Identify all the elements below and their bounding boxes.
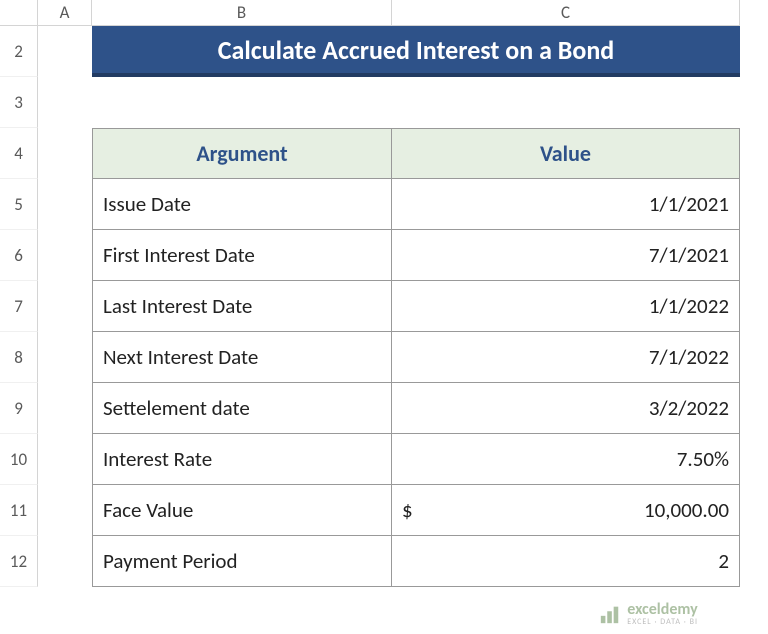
cell-a9[interactable] (38, 383, 92, 434)
table-row-val[interactable]: 1/1/2021 (392, 179, 740, 230)
cell-a11[interactable] (38, 485, 92, 536)
cell-a10[interactable] (38, 434, 92, 485)
cell-a4[interactable] (38, 128, 92, 179)
currency-symbol: $ (402, 497, 413, 523)
table-row-arg[interactable]: First Interest Date (92, 230, 392, 281)
cell-a6[interactable] (38, 230, 92, 281)
cell-c3[interactable] (392, 77, 740, 128)
table-row-val[interactable]: 3/2/2022 (392, 383, 740, 434)
logo-icon (599, 603, 621, 625)
table-row-val[interactable]: 7/1/2021 (392, 230, 740, 281)
watermark: exceldemy EXCEL · DATA · BI (599, 602, 698, 626)
row-header-7[interactable]: 7 (0, 281, 38, 332)
row-header-3[interactable]: 3 (0, 77, 38, 128)
table-row-arg[interactable]: Payment Period (92, 536, 392, 587)
row-header-12[interactable]: 12 (0, 536, 38, 587)
col-header-b[interactable]: B (92, 0, 392, 26)
table-row-arg[interactable]: Face Value (92, 485, 392, 536)
table-row-arg[interactable]: Settelement date (92, 383, 392, 434)
currency-value: 10,000.00 (644, 497, 729, 523)
th-argument[interactable]: Argument (92, 128, 392, 179)
row-header-5[interactable]: 5 (0, 179, 38, 230)
cell-a5[interactable] (38, 179, 92, 230)
table-row-val[interactable]: 7/1/2022 (392, 332, 740, 383)
col-header-c[interactable]: C (392, 0, 740, 26)
table-row-val[interactable]: 2 (392, 536, 740, 587)
cell-b3[interactable] (92, 77, 392, 128)
table-row-val[interactable]: 1/1/2022 (392, 281, 740, 332)
row-header-8[interactable]: 8 (0, 332, 38, 383)
page-title[interactable]: Calculate Accrued Interest on a Bond (92, 26, 740, 77)
cell-a2[interactable] (38, 26, 92, 77)
col-header-a[interactable]: A (38, 0, 92, 26)
data-table: Argument Value Issue Date 1/1/2021 First… (92, 128, 740, 587)
table-row-arg[interactable]: Issue Date (92, 179, 392, 230)
cell-a3[interactable] (38, 77, 92, 128)
row-header-11[interactable]: 11 (0, 485, 38, 536)
table-row-val[interactable]: $ 10,000.00 (392, 485, 740, 536)
corner-cell (0, 0, 38, 26)
row-header-4[interactable]: 4 (0, 128, 38, 179)
th-value[interactable]: Value (392, 128, 740, 179)
table-row-arg[interactable]: Next Interest Date (92, 332, 392, 383)
cell-a12[interactable] (38, 536, 92, 587)
row-header-2[interactable]: 2 (0, 26, 38, 77)
watermark-name: exceldemy (627, 602, 698, 618)
cell-a8[interactable] (38, 332, 92, 383)
table-row-val[interactable]: 7.50% (392, 434, 740, 485)
table-row-arg[interactable]: Last Interest Date (92, 281, 392, 332)
row-header-6[interactable]: 6 (0, 230, 38, 281)
cell-a7[interactable] (38, 281, 92, 332)
spreadsheet-grid: A B C 2 Calculate Accrued Interest on a … (0, 0, 768, 587)
row-header-10[interactable]: 10 (0, 434, 38, 485)
row-header-9[interactable]: 9 (0, 383, 38, 434)
watermark-tag: EXCEL · DATA · BI (627, 618, 698, 626)
table-row-arg[interactable]: Interest Rate (92, 434, 392, 485)
